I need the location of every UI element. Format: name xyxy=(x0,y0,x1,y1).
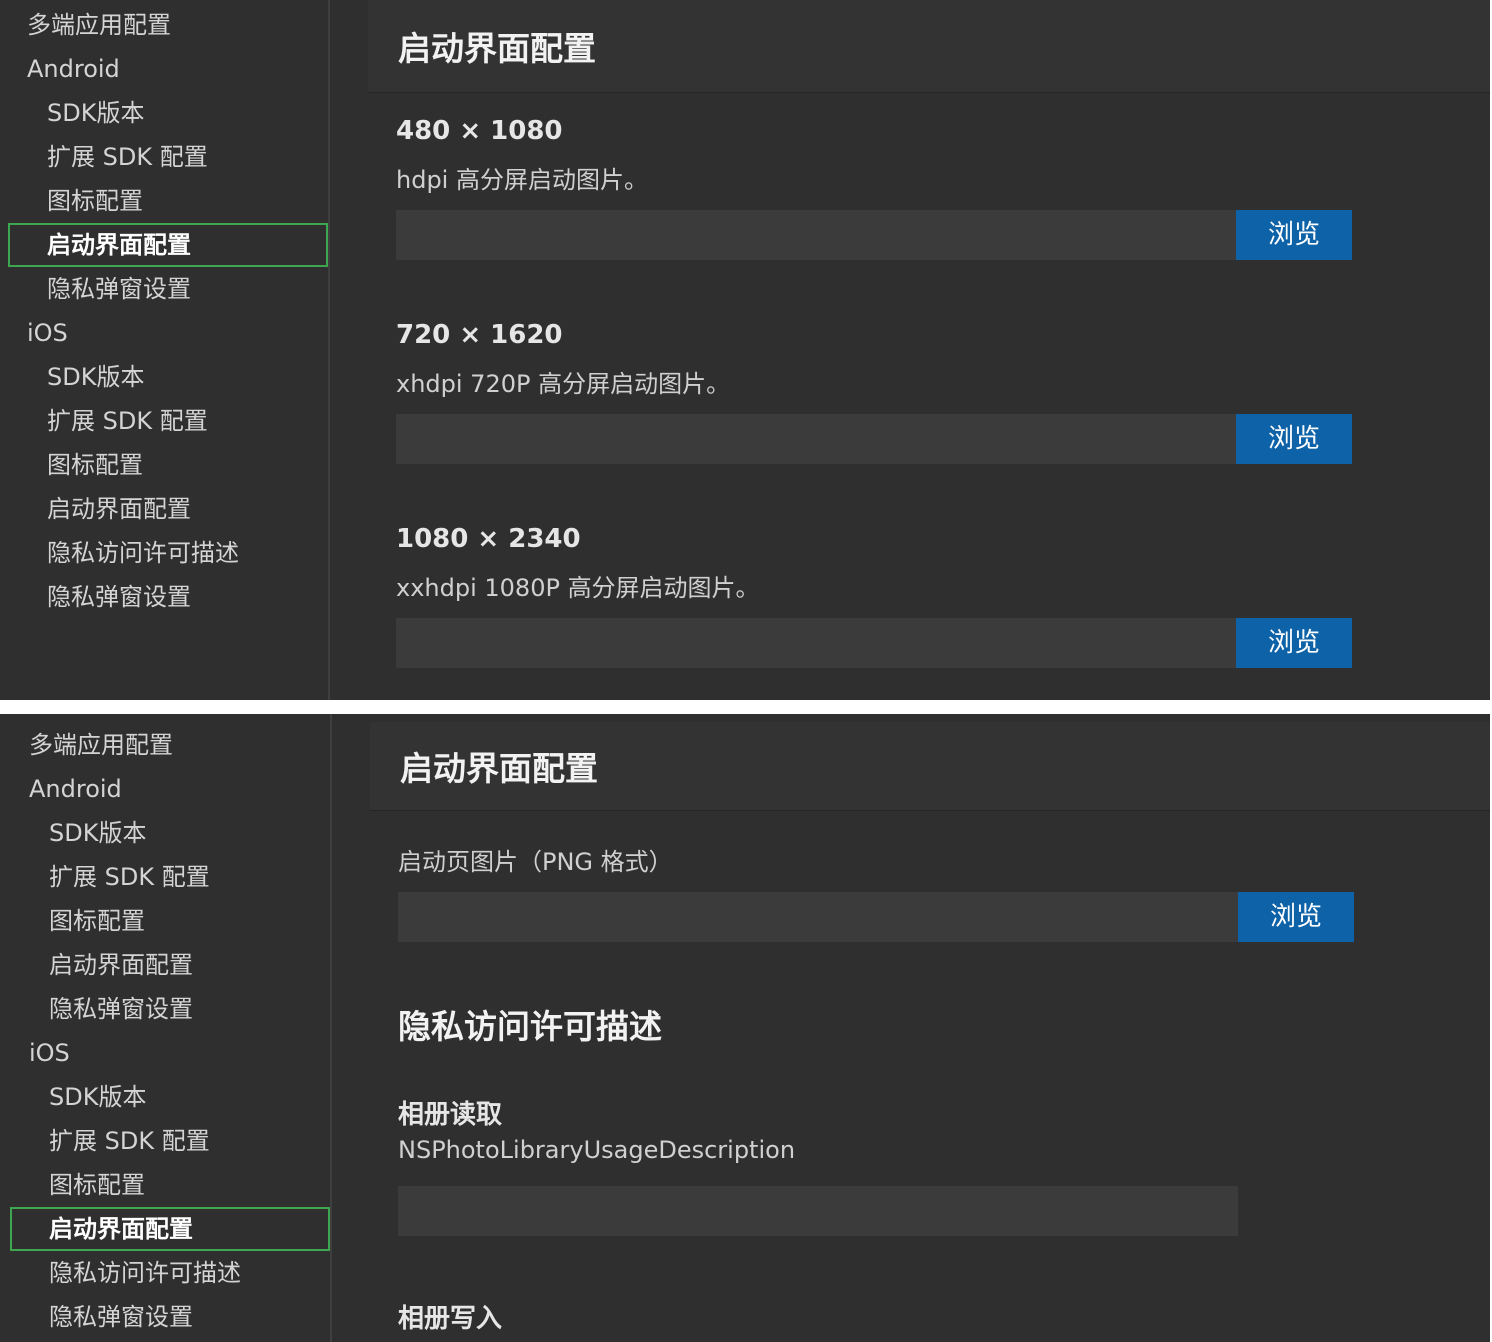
sidebar-item-android-privacy-popup[interactable]: 隐私弹窗设置 xyxy=(10,987,330,1031)
hdpi-image-path-input[interactable] xyxy=(396,210,1236,260)
page-title: 启动界面配置 xyxy=(400,749,598,788)
sidebar-item-ios-launch-screen[interactable]: 启动界面配置 xyxy=(8,487,328,531)
sidebar-item-android-launch-screen[interactable]: 启动界面配置 xyxy=(10,943,330,987)
xhdpi-browse-button[interactable]: 浏览 xyxy=(1236,414,1352,464)
sidebar-item-android-extension-sdk[interactable]: 扩展 SDK 配置 xyxy=(10,855,330,899)
field-desc-xxhdpi: xxhdpi 1080P 高分屏启动图片。 xyxy=(396,574,760,602)
page-header: 启动界面配置 xyxy=(368,0,1490,93)
hdpi-browse-button[interactable]: 浏览 xyxy=(1236,210,1352,260)
sidebar-item-android-icon-config[interactable]: 图标配置 xyxy=(10,899,330,943)
sidebar-item-ios-launch-screen[interactable]: 启动界面配置 xyxy=(10,1207,330,1251)
sidebar-nav: 多端应用配置 Android SDK版本 扩展 SDK 配置 图标配置 启动界面… xyxy=(0,714,332,1342)
sidebar-item-ios-extension-sdk[interactable]: 扩展 SDK 配置 xyxy=(10,1119,330,1163)
sidebar-item-ios[interactable]: iOS xyxy=(10,1031,330,1075)
sidebar-item-android[interactable]: Android xyxy=(10,767,330,811)
sidebar-item-android-launch-screen[interactable]: 启动界面配置 xyxy=(8,223,328,267)
sidebar-item-ios-sdk-version[interactable]: SDK版本 xyxy=(8,355,328,399)
photo-library-read-title: 相册读取 xyxy=(398,1100,503,1130)
field-title-1080x2340: 1080 × 2340 xyxy=(396,524,581,554)
sidebar-item-multi-platform-config[interactable]: 多端应用配置 xyxy=(8,3,328,47)
field-title-720x1620: 720 × 1620 xyxy=(396,320,563,350)
photo-library-read-key: NSPhotoLibraryUsageDescription xyxy=(398,1136,796,1164)
sidebar-item-android-extension-sdk[interactable]: 扩展 SDK 配置 xyxy=(8,135,328,179)
sidebar-item-ios-privacy-access[interactable]: 隐私访问许可描述 xyxy=(10,1251,330,1295)
sidebar-item-ios-extension-sdk[interactable]: 扩展 SDK 配置 xyxy=(8,399,328,443)
sidebar-item-ios[interactable]: iOS xyxy=(8,311,328,355)
sidebar-item-android-privacy-popup[interactable]: 隐私弹窗设置 xyxy=(8,267,328,311)
sidebar-item-ios-privacy-access[interactable]: 隐私访问许可描述 xyxy=(8,531,328,575)
field-desc-hdpi: hdpi 高分屏启动图片。 xyxy=(396,166,648,194)
launch-image-browse-button[interactable]: 浏览 xyxy=(1238,892,1354,942)
xhdpi-image-path-input[interactable] xyxy=(396,414,1236,464)
photo-library-write-title: 相册写入 xyxy=(398,1304,503,1334)
launch-image-path-input[interactable] xyxy=(398,892,1238,942)
sidebar-nav: 多端应用配置 Android SDK版本 扩展 SDK 配置 图标配置 启动界面… xyxy=(0,0,330,700)
sidebar-item-android-sdk-version[interactable]: SDK版本 xyxy=(8,91,328,135)
photo-library-read-input[interactable] xyxy=(398,1186,1238,1236)
xxhdpi-browse-button[interactable]: 浏览 xyxy=(1236,618,1352,668)
field-title-480x1080: 480 × 1080 xyxy=(396,116,563,146)
top-screenshot-panel: 多端应用配置 Android SDK版本 扩展 SDK 配置 图标配置 启动界面… xyxy=(0,0,1490,700)
sidebar-item-ios-privacy-popup[interactable]: 隐私弹窗设置 xyxy=(8,575,328,619)
sidebar-item-android-sdk-version[interactable]: SDK版本 xyxy=(10,811,330,855)
page-title: 启动界面配置 xyxy=(398,29,596,68)
page-header: 启动界面配置 xyxy=(370,722,1490,811)
sidebar-item-ios-icon-config[interactable]: 图标配置 xyxy=(10,1163,330,1207)
bottom-screenshot-panel: 多端应用配置 Android SDK版本 扩展 SDK 配置 图标配置 启动界面… xyxy=(0,714,1490,1342)
sidebar-item-ios-sdk-version[interactable]: SDK版本 xyxy=(10,1075,330,1119)
sidebar-item-android[interactable]: Android xyxy=(8,47,328,91)
sidebar-item-ios-privacy-popup[interactable]: 隐私弹窗设置 xyxy=(10,1295,330,1339)
sidebar-item-multi-platform-config[interactable]: 多端应用配置 xyxy=(10,723,330,767)
privacy-access-section-title: 隐私访问许可描述 xyxy=(398,1007,662,1046)
sidebar-item-android-icon-config[interactable]: 图标配置 xyxy=(8,179,328,223)
sidebar-item-ios-icon-config[interactable]: 图标配置 xyxy=(8,443,328,487)
xxhdpi-image-path-input[interactable] xyxy=(396,618,1236,668)
field-desc-xhdpi: xhdpi 720P 高分屏启动图片。 xyxy=(396,370,731,398)
launch-image-label: 启动页图片（PNG 格式） xyxy=(398,848,673,876)
